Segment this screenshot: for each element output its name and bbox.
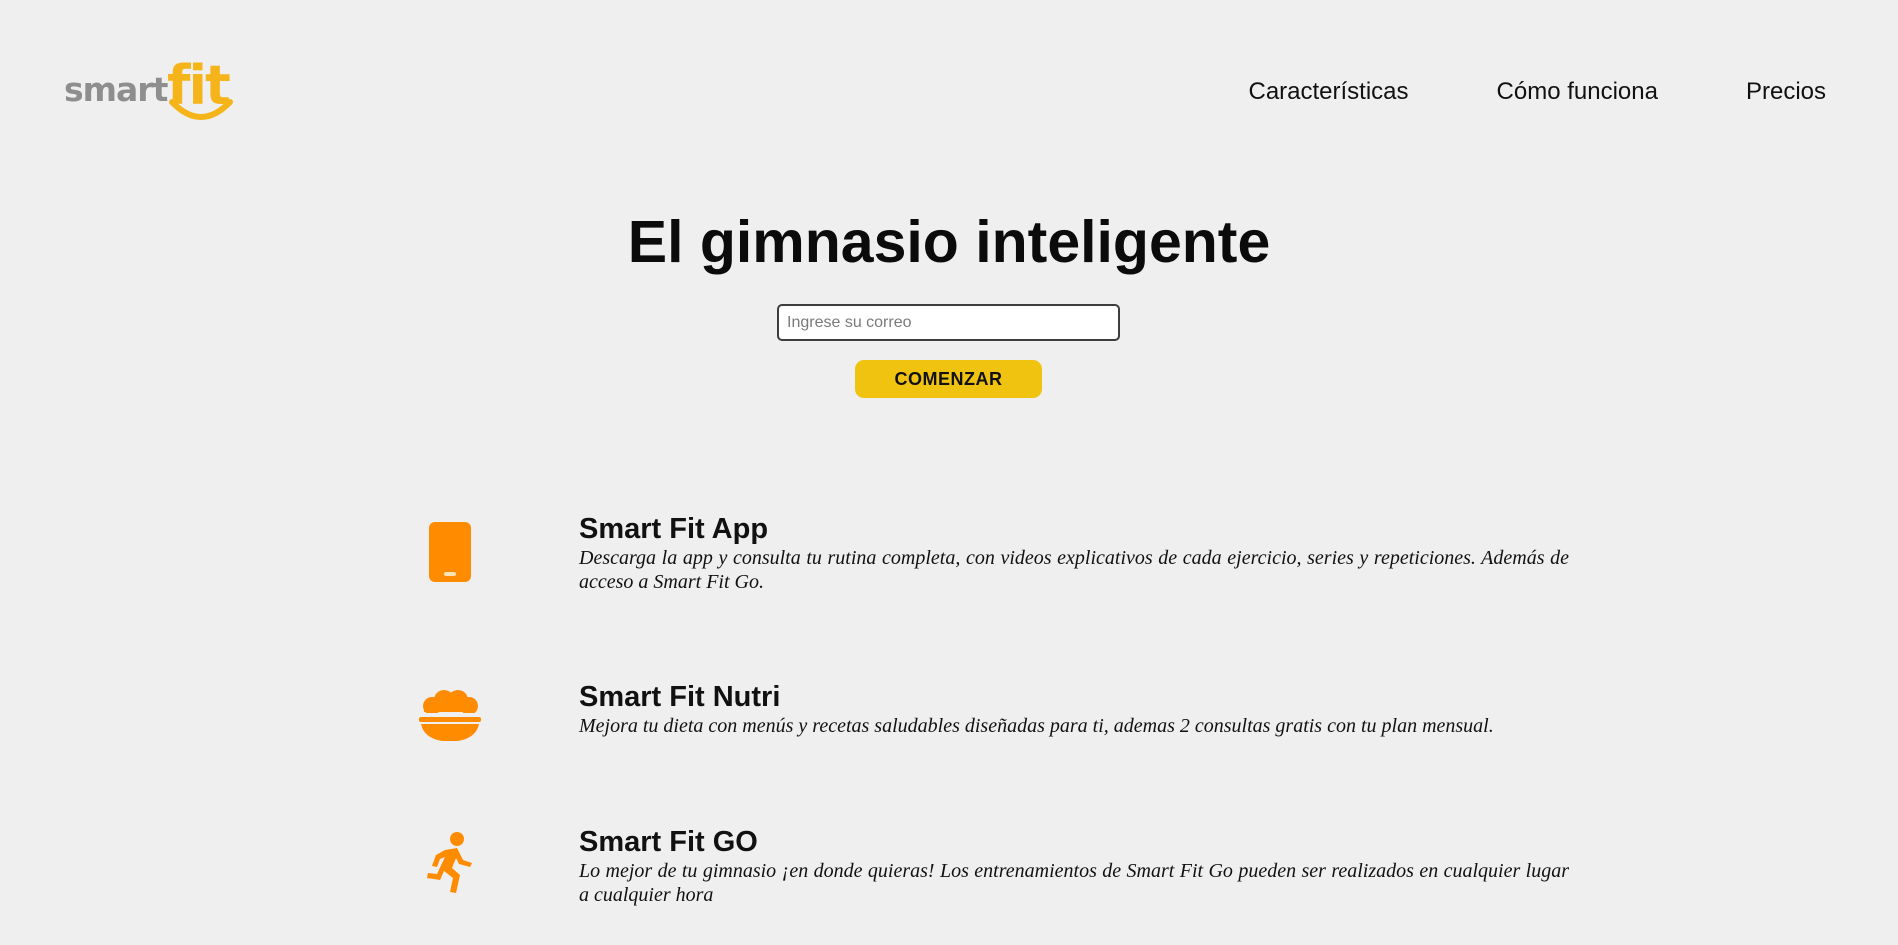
nav-link-como-funciona[interactable]: Cómo funciona bbox=[1497, 78, 1658, 106]
landing-page: smart fit Características Cómo funciona … bbox=[0, 0, 1898, 945]
nav-link-precios[interactable]: Precios bbox=[1746, 78, 1826, 106]
logo-smile-icon bbox=[169, 99, 233, 120]
start-button[interactable]: COMENZAR bbox=[855, 360, 1042, 398]
smartphone-icon bbox=[410, 512, 490, 592]
feature-app-text: Smart Fit App Descarga la app y consulta… bbox=[579, 512, 1569, 594]
feature-title: Smart Fit GO bbox=[579, 826, 758, 858]
feature-nutri-text: Smart Fit Nutri Mejora tu dieta con menú… bbox=[579, 680, 1569, 738]
feature-description: Descarga la app y consulta tu rutina com… bbox=[579, 547, 1569, 593]
feature-title: Smart Fit Nutri bbox=[579, 681, 781, 713]
email-input[interactable] bbox=[777, 304, 1120, 341]
nav-link-caracteristicas[interactable]: Características bbox=[1248, 78, 1408, 106]
logo-word-smart: smart bbox=[64, 70, 168, 109]
feature-description: Lo mejor de tu gimnasio ¡en donde quiera… bbox=[579, 860, 1569, 906]
hero-title-text: El gimnasio inteligente bbox=[627, 209, 1271, 275]
feature-description: Mejora tu dieta con menús y recetas salu… bbox=[579, 715, 1494, 737]
smartfit-logo[interactable]: smart fit bbox=[64, 54, 234, 126]
hero-title: El gimnasio inteligente bbox=[0, 208, 1898, 276]
food-bowl-icon bbox=[410, 674, 490, 754]
main-nav: Características Cómo funciona Precios bbox=[1248, 78, 1826, 106]
feature-title: Smart Fit App bbox=[579, 513, 769, 545]
feature-go-text: Smart Fit GO Lo mejor de tu gimnasio ¡en… bbox=[579, 825, 1569, 907]
running-person-icon bbox=[410, 823, 490, 903]
